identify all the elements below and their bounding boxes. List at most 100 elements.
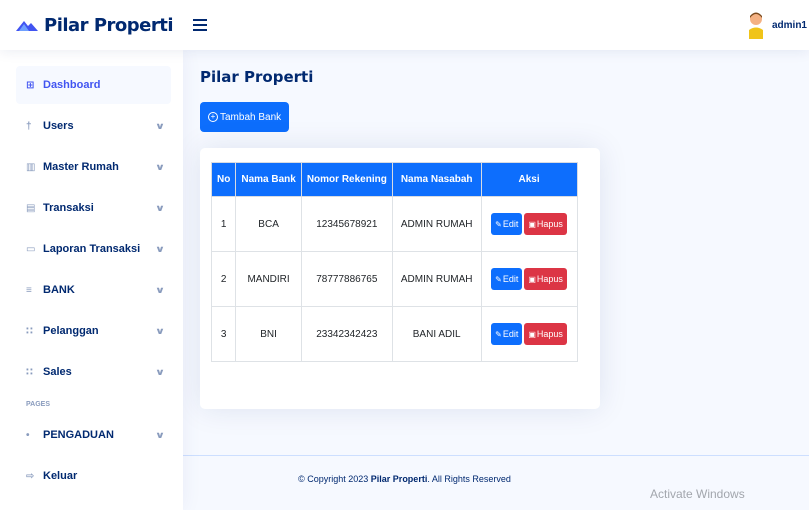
delete-button[interactable]: ▣Hapus bbox=[524, 268, 567, 290]
bank-table-card: No Nama Bank Nomor Rekening Nama Nasabah… bbox=[200, 148, 600, 409]
table-row: 3 BNI 23342342423 BANI ADIL ✎Edit ▣Hapus bbox=[210, 306, 578, 362]
delete-button[interactable]: ▣Hapus bbox=[524, 213, 567, 235]
delete-label: Hapus bbox=[536, 329, 563, 339]
menu-toggle-icon[interactable] bbox=[193, 18, 209, 32]
cell-nasabah: ADMIN RUMAH bbox=[391, 251, 482, 307]
sidebar-item-label: BANK bbox=[43, 284, 75, 296]
sidebar-item-label: Pelanggan bbox=[43, 325, 99, 337]
column-header-no: No bbox=[210, 162, 237, 197]
sidebar-item-label: Sales bbox=[43, 366, 72, 378]
person-icon: † bbox=[26, 120, 32, 132]
footer-copyright: © Copyright 2023 Pilar Properti. All Rig… bbox=[183, 474, 626, 484]
people-icon: ∷ bbox=[26, 325, 33, 337]
top-header: Pilar Properti admin1 bbox=[0, 0, 809, 50]
profile-menu[interactable]: admin1 bbox=[748, 0, 809, 50]
add-bank-label: Tambah Bank bbox=[220, 111, 282, 123]
building-icon: ▥ bbox=[26, 161, 36, 173]
mountain-logo-icon bbox=[16, 21, 38, 31]
edit-button[interactable]: ✎Edit bbox=[491, 323, 523, 345]
cell-actions: ✎Edit ▣Hapus bbox=[480, 306, 578, 362]
column-header-aksi: Aksi bbox=[480, 162, 578, 197]
chevron-down-icon: ∨ bbox=[154, 325, 166, 336]
chevron-down-icon: ∨ bbox=[154, 429, 166, 440]
cell-rekening: 78777886765 bbox=[300, 251, 393, 307]
column-header-nomor-rekening: Nomor Rekening bbox=[300, 162, 393, 197]
people-icon: ∷ bbox=[26, 366, 33, 378]
grid-icon: ⊞ bbox=[26, 79, 35, 91]
sidebar-item-label: Keluar bbox=[43, 470, 78, 482]
cell-nasabah: BANI ADIL bbox=[391, 306, 482, 362]
copyright-suffix: . All Rights Reserved bbox=[427, 474, 511, 484]
sidebar-item-pengaduan[interactable]: • PENGADUAN ∨ bbox=[16, 416, 171, 454]
chevron-down-icon: ∨ bbox=[154, 284, 166, 295]
pages-heading: PAGES bbox=[26, 401, 50, 408]
pencil-icon: ✎ bbox=[495, 220, 502, 229]
sidebar-item-pelanggan[interactable]: ∷ Pelanggan ∨ bbox=[16, 312, 171, 350]
cell-bank: MANDIRI bbox=[235, 251, 302, 307]
logo[interactable]: Pilar Properti bbox=[0, 0, 184, 50]
sidebar-item-users[interactable]: † Users ∨ bbox=[16, 107, 171, 145]
sidebar-item-label: Laporan Transaksi bbox=[43, 243, 141, 255]
sidebar-item-keluar[interactable]: ⇨ Keluar bbox=[16, 457, 171, 495]
cell-rekening: 12345678921 bbox=[300, 196, 393, 252]
cell-bank: BCA bbox=[235, 196, 302, 252]
sidebar-item-laporan-transaksi[interactable]: ▭ Laporan Transaksi ∨ bbox=[16, 230, 171, 268]
profile-name: admin1 bbox=[771, 19, 807, 31]
footer-divider bbox=[183, 455, 809, 456]
cell-no: 2 bbox=[210, 251, 237, 307]
chevron-down-icon: ∨ bbox=[154, 366, 166, 377]
logo-text: Pilar Properti bbox=[44, 14, 174, 36]
chevron-down-icon: ∨ bbox=[154, 161, 166, 172]
chevron-down-icon: ∨ bbox=[154, 243, 166, 254]
sidebar-item-label: Transaksi bbox=[43, 202, 94, 214]
delete-label: Hapus bbox=[536, 219, 563, 229]
cell-rekening: 23342342423 bbox=[300, 306, 393, 362]
edit-label: Edit bbox=[502, 329, 519, 339]
chevron-down-icon: ∨ bbox=[154, 120, 166, 131]
sidebar-item-bank[interactable]: ≡ BANK ∨ bbox=[16, 271, 171, 309]
cell-actions: ✎Edit ▣Hapus bbox=[480, 196, 578, 252]
activate-windows-watermark: Activate Windows bbox=[650, 487, 745, 501]
trash-icon: ▣ bbox=[528, 220, 536, 229]
cell-actions: ✎Edit ▣Hapus bbox=[480, 251, 578, 307]
bank-table: No Nama Bank Nomor Rekening Nama Nasabah… bbox=[210, 162, 578, 362]
column-header-nama-nasabah: Nama Nasabah bbox=[391, 162, 482, 197]
cell-no: 3 bbox=[210, 306, 237, 362]
table-row: 2 MANDIRI 78777886765 ADMIN RUMAH ✎Edit ▣… bbox=[210, 251, 578, 307]
edit-label: Edit bbox=[502, 219, 519, 229]
cell-bank: BNI bbox=[235, 306, 302, 362]
pencil-icon: ✎ bbox=[495, 330, 502, 339]
plus-circle-icon: + bbox=[208, 112, 218, 122]
page-title: Pilar Properti bbox=[200, 68, 314, 86]
copyright-brand: Pilar Properti bbox=[370, 474, 428, 484]
table-row: 1 BCA 12345678921 ADMIN RUMAH ✎Edit ▣Hapu… bbox=[210, 196, 578, 252]
delete-label: Hapus bbox=[536, 274, 563, 284]
sidebar-item-label: Master Rumah bbox=[43, 161, 119, 173]
edit-button[interactable]: ✎Edit bbox=[491, 268, 523, 290]
trash-icon: ▣ bbox=[528, 330, 536, 339]
add-bank-button[interactable]: + Tambah Bank bbox=[200, 102, 290, 132]
cell-nasabah: ADMIN RUMAH bbox=[391, 196, 482, 252]
sidebar-item-sales[interactable]: ∷ Sales ∨ bbox=[16, 353, 171, 391]
logout-icon: ⇨ bbox=[26, 470, 35, 482]
sidebar-item-label: Users bbox=[43, 120, 74, 132]
chevron-down-icon: ∨ bbox=[154, 202, 166, 213]
avatar bbox=[748, 12, 763, 39]
trash-icon: ▣ bbox=[528, 275, 536, 284]
edit-label: Edit bbox=[502, 274, 519, 284]
copyright-prefix: © Copyright 2023 bbox=[298, 474, 371, 484]
sidebar-item-transaksi[interactable]: ▤ Transaksi ∨ bbox=[16, 189, 171, 227]
cell-no: 1 bbox=[210, 196, 237, 252]
receipt-icon: ▤ bbox=[26, 202, 36, 214]
sidebar-item-label: PENGADUAN bbox=[43, 429, 114, 441]
delete-button[interactable]: ▣Hapus bbox=[524, 323, 567, 345]
pencil-icon: ✎ bbox=[495, 275, 502, 284]
pin-icon: • bbox=[26, 429, 30, 441]
sidebar-item-label: Dashboard bbox=[43, 79, 101, 91]
edit-button[interactable]: ✎Edit bbox=[491, 213, 523, 235]
column-header-nama-bank: Nama Bank bbox=[235, 162, 302, 197]
sidebar-item-master-rumah[interactable]: ▥ Master Rumah ∨ bbox=[16, 148, 171, 186]
folder-icon: ▭ bbox=[26, 243, 36, 255]
sidebar-item-dashboard[interactable]: ⊞ Dashboard bbox=[16, 66, 171, 104]
bank-icon: ≡ bbox=[26, 284, 32, 296]
